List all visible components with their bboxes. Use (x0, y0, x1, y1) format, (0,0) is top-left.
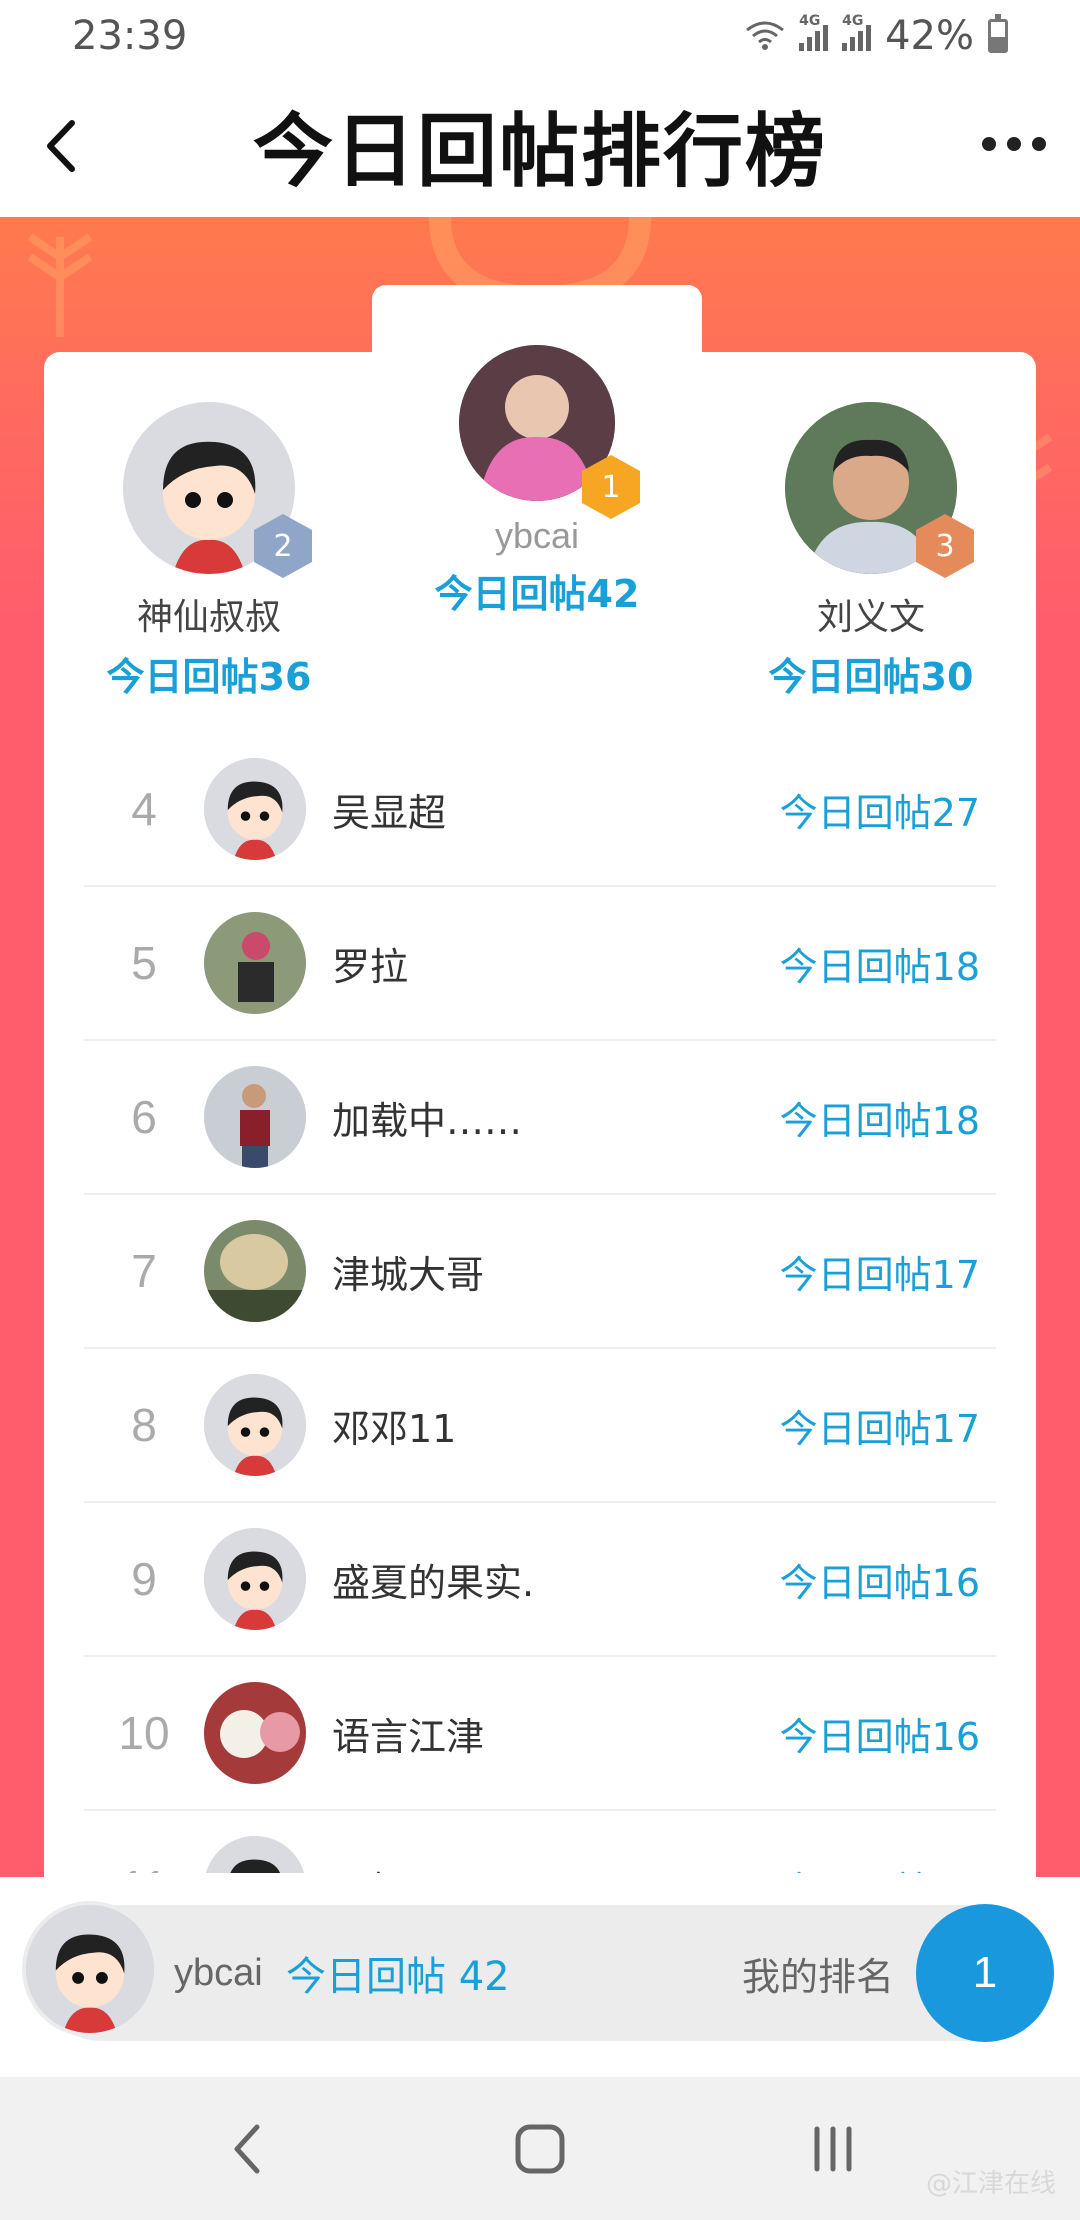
system-nav-bar: @江津在线 (0, 2077, 1080, 2220)
rank-number: 9 (131, 1553, 157, 1605)
reply-count: 今日回帖15 (780, 1860, 980, 1874)
gold-medal-icon: 1 (582, 455, 640, 519)
list-item[interactable]: 7 津城大哥 今日回帖17 (84, 1195, 996, 1349)
list-item[interactable]: 11 …橘子 今日回帖15 (84, 1811, 996, 1873)
avatar (204, 912, 306, 1014)
status-bar: 23:39 4G 4G 42% (0, 0, 1080, 72)
user-name: …橘子 (332, 1860, 780, 1874)
battery-percent: 42% (885, 13, 974, 59)
list-item[interactable]: 6 加载中…… 今日回帖18 (84, 1041, 996, 1195)
reply-count: 今日回帖17 (779, 1252, 980, 1297)
user-name: 加载中…… (332, 1098, 523, 1143)
default-avatar-icon (204, 1528, 306, 1630)
default-avatar-icon (26, 1905, 154, 2033)
user-name: 津城大哥 (332, 1252, 485, 1297)
watermark: @江津在线 (925, 2169, 1056, 2199)
podium-third[interactable]: 3 刘义文 今日回帖30 (746, 402, 996, 701)
my-rank-pill[interactable]: ybcai 今日回帖 42 我的排名 1 (22, 1901, 1054, 2042)
user-name: 罗拉 (332, 944, 409, 989)
ranking-list: 4 吴显超 今日回帖27 5 罗拉 今日回帖18 6 加载中…… 今日回帖18 … (84, 733, 996, 1873)
avatar (204, 1836, 306, 1873)
list-item[interactable]: 9 盛夏的果实. 今日回帖16 (84, 1503, 996, 1657)
avatar (204, 1220, 306, 1322)
avatar (204, 1374, 306, 1476)
more-icon[interactable] (982, 124, 1046, 164)
default-avatar-icon (204, 1374, 306, 1476)
user-name: 语言江津 (332, 1714, 485, 1759)
rank-number: 10 (118, 1707, 170, 1759)
leaf-decoration (27, 233, 93, 337)
my-rank-number: 1 (916, 1904, 1054, 2042)
list-item[interactable]: 10 语言江津 今日回帖16 (84, 1657, 996, 1811)
wifi-icon (746, 21, 785, 50)
list-item[interactable]: 8 邓邓11 今日回帖17 (84, 1349, 996, 1503)
melon-photo-icon (204, 1220, 306, 1322)
podium-score: 今日回帖30 (768, 655, 974, 699)
nav-home-icon[interactable] (500, 2109, 580, 2189)
status-time: 23:39 (72, 13, 188, 59)
avatar (204, 758, 306, 860)
page-title: 今日回帖排行榜 (253, 104, 827, 198)
list-item[interactable]: 5 罗拉 今日回帖18 (84, 887, 996, 1041)
bronze-medal-icon: 3 (916, 514, 974, 578)
podium-second[interactable]: 2 神仙叔叔 今日回帖36 (84, 402, 334, 701)
my-name: ybcai (174, 1951, 263, 1994)
user-name: 吴显超 (332, 790, 447, 835)
my-rank-bar: ybcai 今日回帖 42 我的排名 1 (0, 1877, 1080, 2077)
reply-count: 今日回帖18 (779, 1098, 980, 1143)
app-header: 今日回帖排行榜 (0, 72, 1080, 217)
signal-icon-2: 4G (842, 13, 872, 51)
podium-name: 神仙叔叔 (136, 597, 281, 638)
podium-name: ybcai (494, 515, 580, 556)
list-item[interactable]: 4 吴显超 今日回帖27 (84, 733, 996, 887)
avatar (204, 1528, 306, 1630)
user-name: 盛夏的果实. (332, 1560, 535, 1605)
back-icon[interactable] (32, 116, 92, 176)
status-icons: 4G 4G 42% (745, 13, 1008, 59)
nav-back-icon[interactable] (207, 2109, 287, 2189)
my-avatar (22, 1901, 158, 2037)
avatar (204, 1682, 306, 1784)
rider-photo-icon (204, 912, 306, 1014)
person-photo-icon (204, 1066, 306, 1168)
rank-number: 5 (131, 937, 157, 989)
my-score: 今日回帖 42 (286, 1954, 510, 2000)
reply-count: 今日回帖16 (779, 1714, 980, 1759)
podium-score: 今日回帖42 (434, 572, 640, 616)
user-name: 邓邓11 (332, 1406, 457, 1451)
rank-number: 4 (131, 783, 157, 835)
reply-count: 今日回帖27 (779, 790, 980, 835)
reply-count: 今日回帖16 (779, 1560, 980, 1605)
rank-number: 8 (131, 1399, 157, 1451)
reply-count: 今日回帖18 (779, 944, 980, 989)
podium-score: 今日回帖36 (106, 655, 312, 699)
rank-number: 7 (131, 1245, 157, 1297)
battery-icon (988, 14, 1008, 53)
podium-name: 刘义文 (816, 597, 925, 638)
my-rank-label: 我的排名 (741, 1954, 894, 1999)
silver-medal-icon: 2 (254, 514, 312, 578)
avatar (204, 1066, 306, 1168)
flower-photo-icon (204, 1682, 306, 1784)
rank-number: 11 (84, 1860, 204, 1873)
default-avatar-icon (204, 1836, 306, 1873)
reply-count: 今日回帖17 (779, 1406, 980, 1451)
default-avatar-icon (204, 758, 306, 860)
nav-recents-icon[interactable] (793, 2109, 873, 2189)
rank-number: 6 (131, 1091, 157, 1143)
signal-icon: 4G (799, 13, 829, 51)
podium-first[interactable]: 1 ybcai 今日回帖42 (372, 345, 702, 618)
